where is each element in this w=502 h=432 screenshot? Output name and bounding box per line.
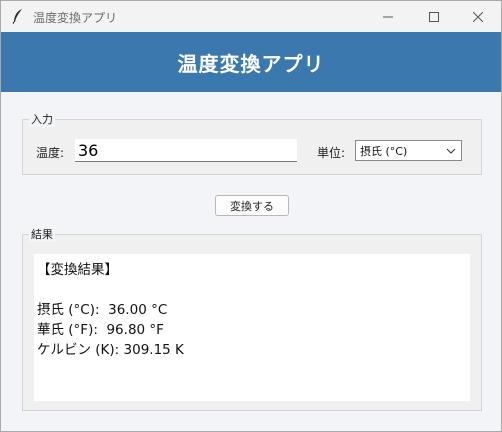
temperature-input[interactable] — [75, 139, 297, 162]
window-title: 温度変換アプリ — [33, 11, 118, 25]
result-text-area[interactable]: 【変換結果】 ​ 摂氏 (°C): 36.00 °C 華氏 (°F): 96.8… — [34, 254, 470, 401]
result-line: ケルビン (K): 309.15 K — [37, 342, 184, 358]
convert-button[interactable]: 変換する — [215, 195, 289, 216]
unit-label: 単位: — [317, 146, 346, 160]
close-button[interactable] — [455, 1, 501, 32]
result-line: 華氏 (°F): 96.80 °F — [37, 322, 164, 338]
result-line: ​ — [37, 280, 467, 300]
result-line: 【変換結果】 — [37, 262, 118, 278]
feather-app-icon — [11, 8, 25, 24]
app-window: 温度変換アプリ 温度変換アプリ 入力 温度: 単位: 摂氏 (°C) — [0, 0, 502, 432]
minimize-icon — [383, 7, 393, 26]
result-section-label: 結果 — [29, 226, 55, 242]
input-section: 入力 温度: 単位: 摂氏 (°C) — [22, 111, 482, 175]
input-section-label: 入力 — [29, 111, 55, 127]
page-title: 温度変換アプリ — [177, 51, 325, 76]
unit-select-value: 摂氏 (°C) — [360, 144, 408, 158]
result-line: 摂氏 (°C): 36.00 °C — [37, 302, 168, 318]
unit-select[interactable]: 摂氏 (°C) — [355, 140, 462, 161]
maximize-icon — [429, 7, 439, 26]
app-header: 温度変換アプリ — [1, 32, 501, 92]
temperature-label: 温度: — [36, 146, 65, 160]
minimize-button[interactable] — [365, 1, 411, 32]
chevron-down-icon — [446, 146, 456, 156]
title-bar[interactable]: 温度変換アプリ — [1, 1, 501, 32]
result-section: 結果 【変換結果】 ​ 摂氏 (°C): 36.00 °C 華氏 (°F): 9… — [22, 226, 482, 411]
close-icon — [472, 7, 484, 26]
maximize-button[interactable] — [411, 1, 457, 32]
